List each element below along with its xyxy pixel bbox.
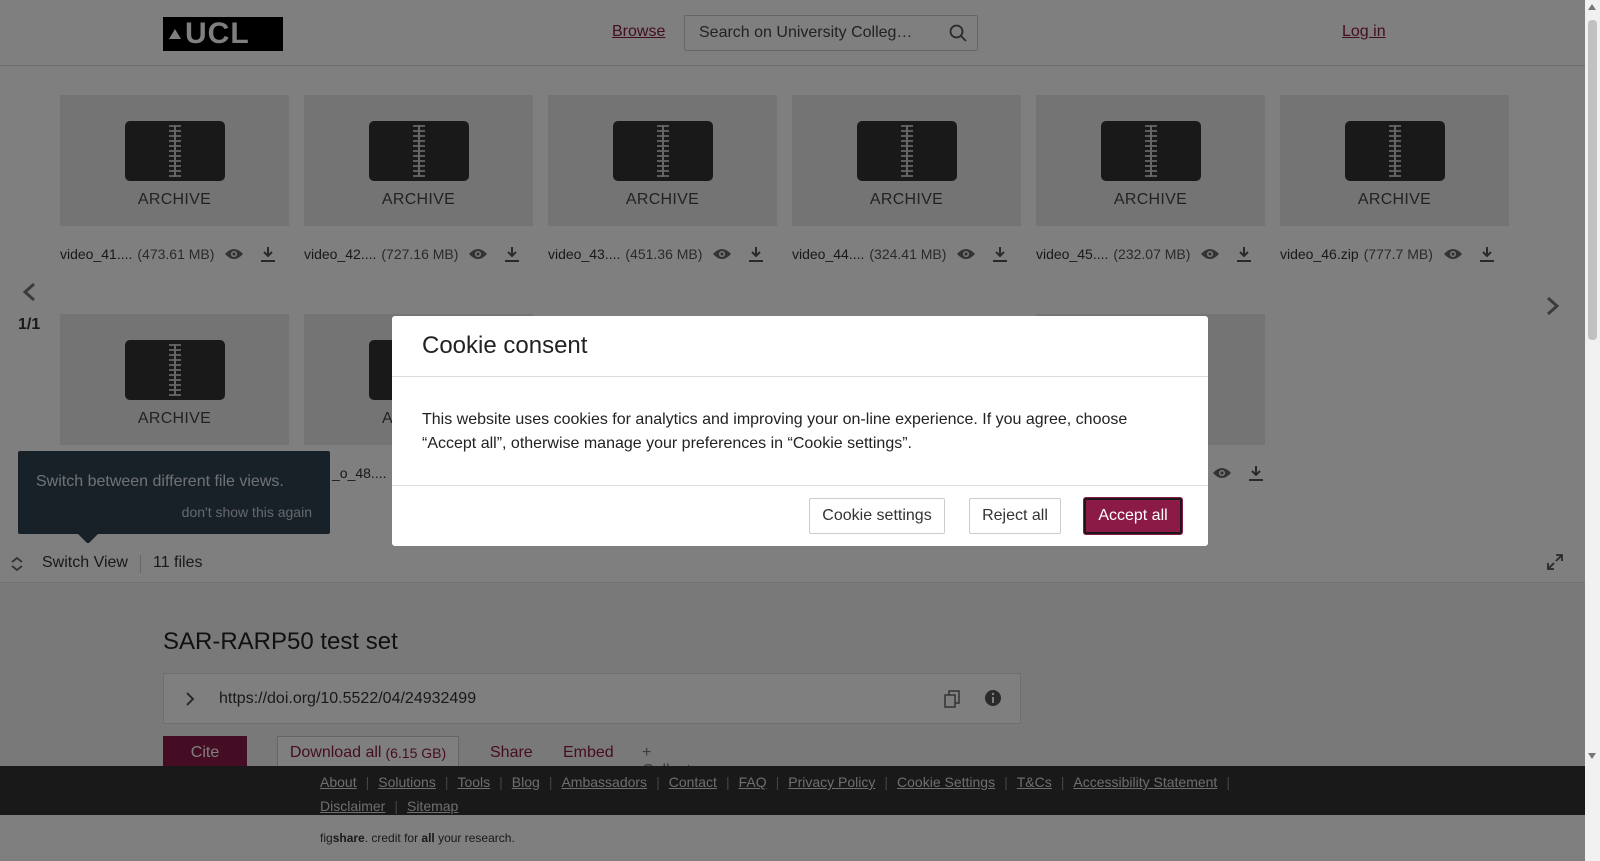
reject-all-button[interactable]: Reject all [969,498,1061,534]
scrollbar-thumb[interactable] [1588,20,1597,340]
cookie-consent-dialog: Cookie consent This website uses cookies… [392,316,1208,546]
accept-all-button[interactable]: Accept all [1084,498,1182,534]
cookie-settings-button[interactable]: Cookie settings [809,498,945,534]
page-scrollbar[interactable] [1585,0,1600,861]
scroll-up-arrow-icon[interactable] [1588,4,1596,10]
dialog-body: This website uses cookies for analytics … [422,411,1128,452]
scroll-down-arrow-icon[interactable] [1588,753,1596,759]
divider [392,376,1208,377]
dialog-title: Cookie consent [422,332,588,359]
divider [392,485,1208,486]
